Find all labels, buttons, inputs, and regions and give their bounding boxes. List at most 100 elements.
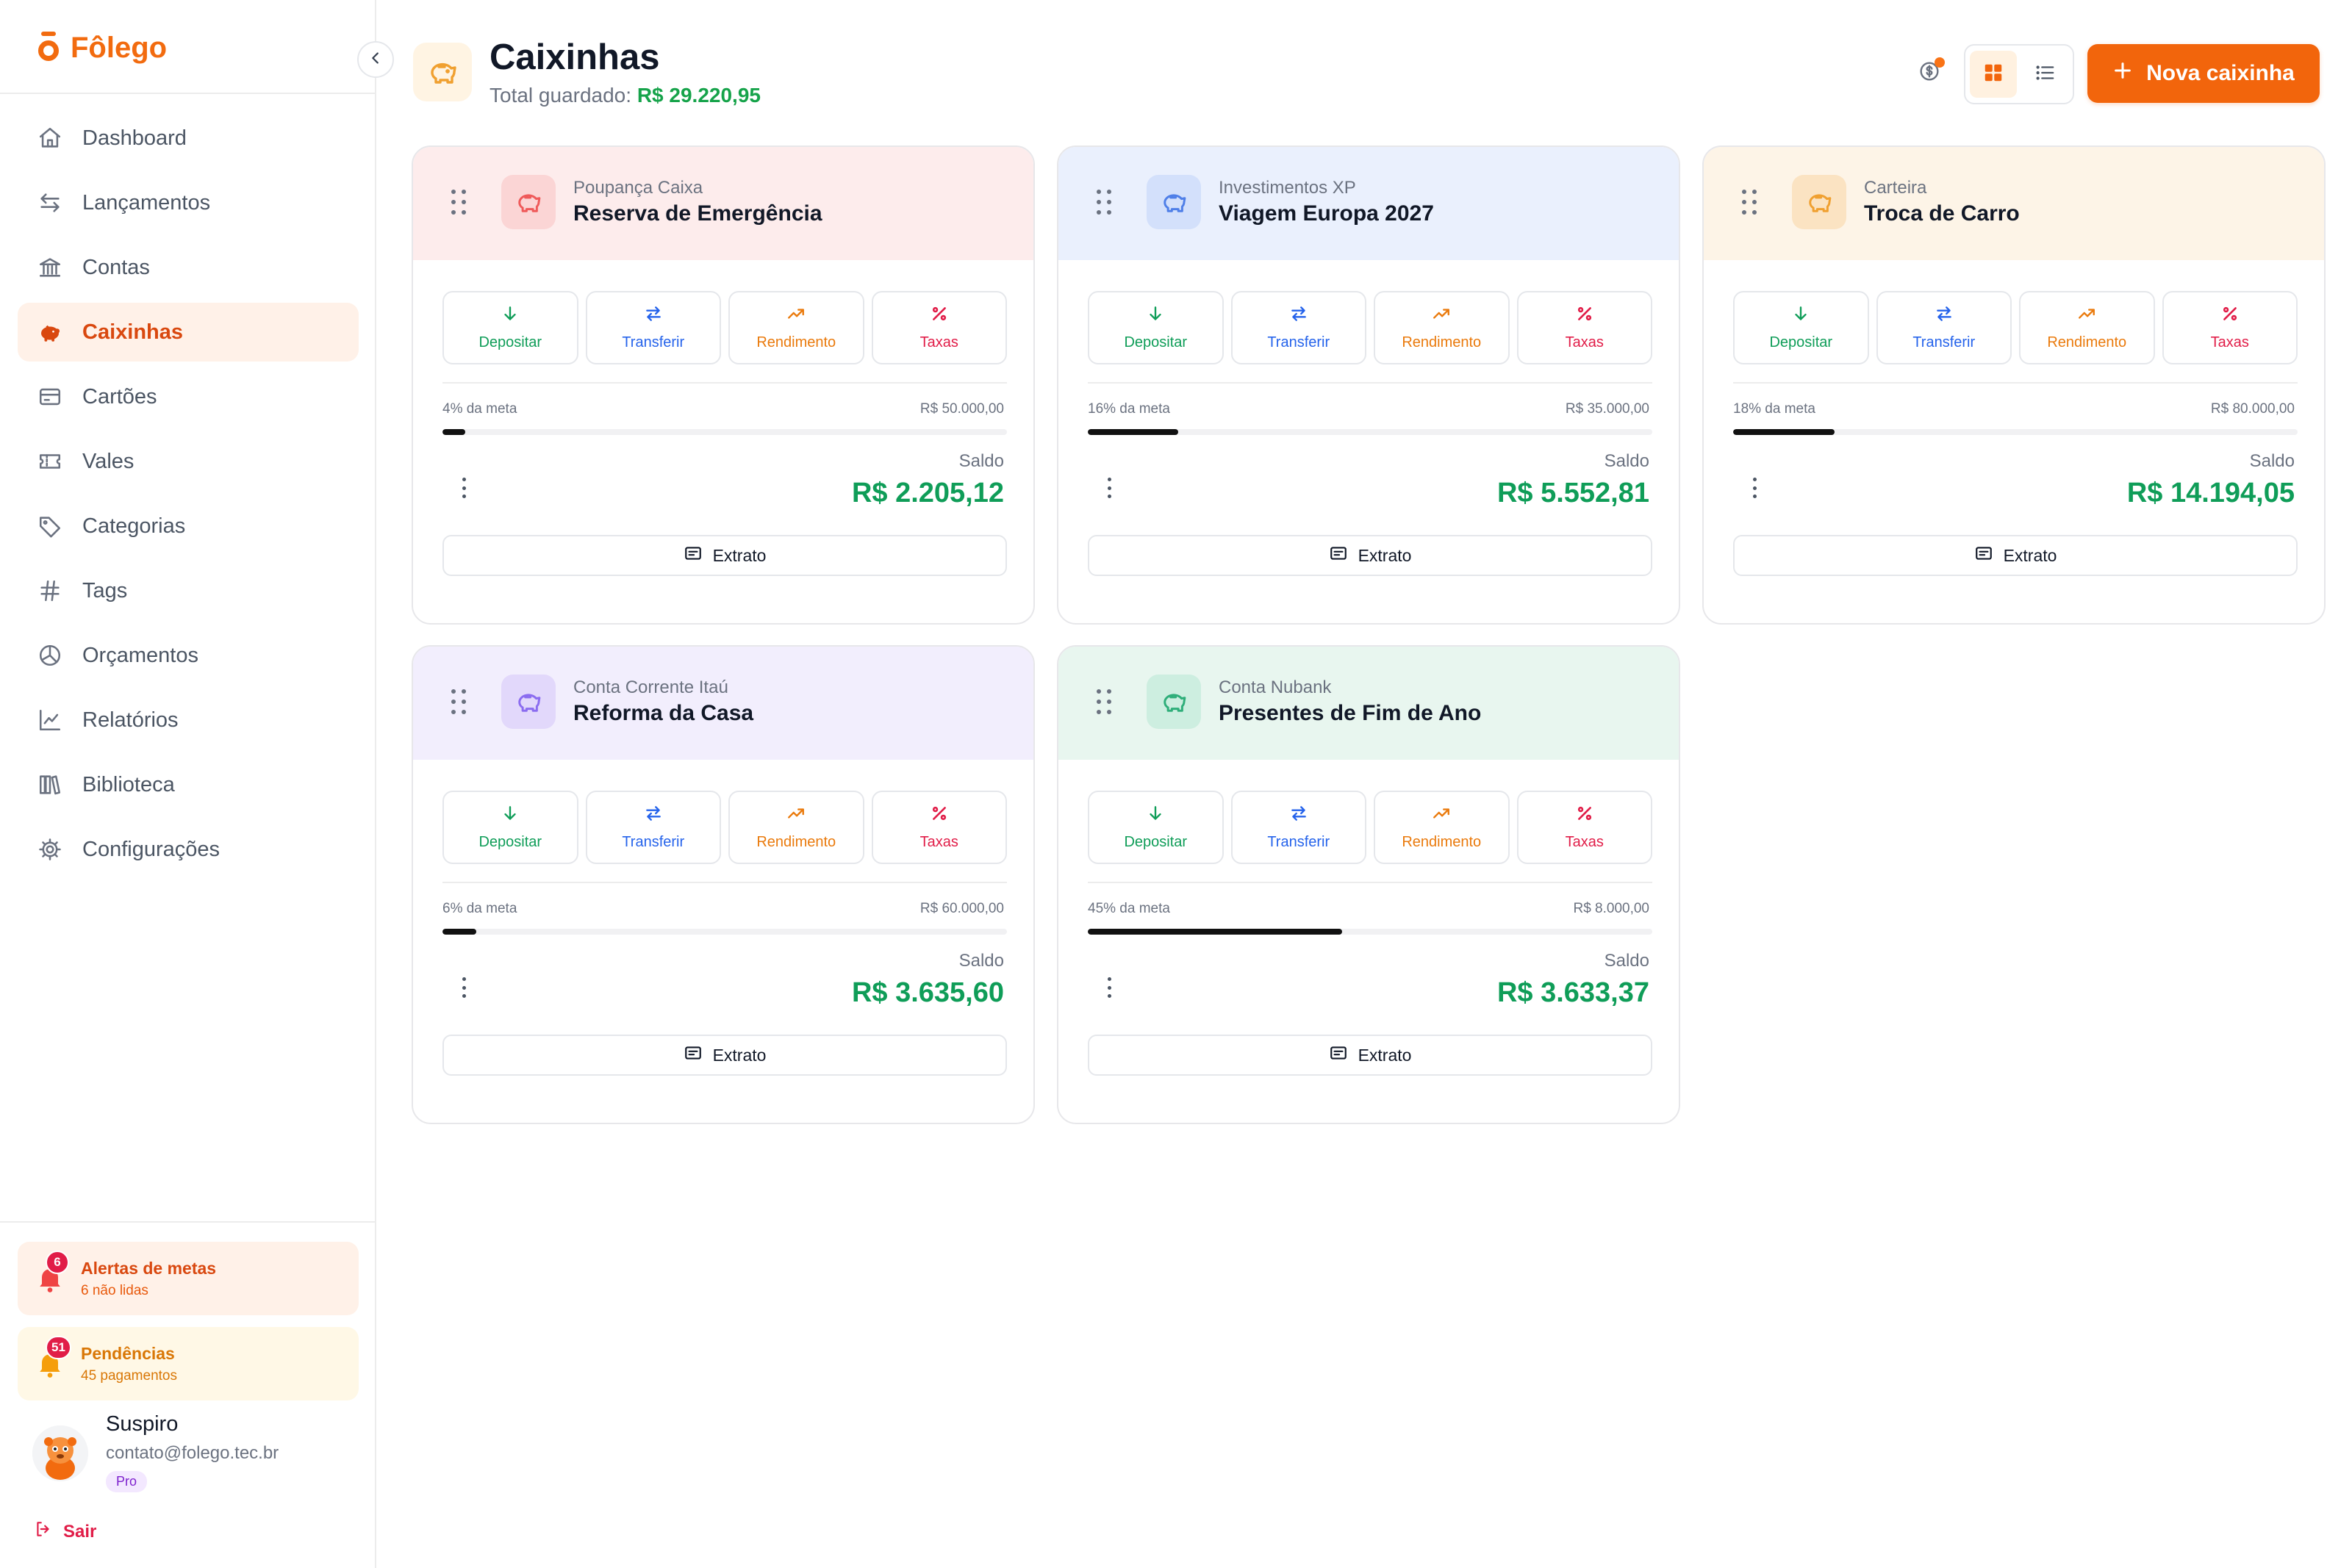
drag-handle-icon[interactable] — [1097, 190, 1113, 216]
hidden-values-toggle[interactable] — [1915, 57, 1945, 87]
logout-button[interactable]: Sair — [34, 1520, 96, 1544]
alert-count-badge: 6 — [46, 1251, 69, 1274]
fees-button[interactable]: Taxas — [2162, 291, 2298, 364]
deposit-button[interactable]: Depositar — [442, 291, 578, 364]
sidebar-item-cartoes[interactable]: Cartões — [18, 367, 359, 426]
sidebar-item-relatorios[interactable]: Relatórios — [18, 691, 359, 749]
yield-button[interactable]: Rendimento — [728, 791, 864, 864]
statement-button[interactable]: Extrato — [442, 1035, 1007, 1076]
sidebar-item-caixinhas[interactable]: Caixinhas — [18, 303, 359, 362]
sidebar: Fôlego Dashboard Lançamentos Contas Caix… — [0, 0, 376, 1568]
receipt-icon — [684, 544, 703, 567]
list-icon — [2034, 62, 2056, 87]
statement-button[interactable]: Extrato — [1088, 535, 1652, 576]
piggy-bank-icon — [1147, 175, 1201, 229]
piggy-bank-icon — [37, 319, 63, 345]
fees-button[interactable]: Taxas — [1516, 291, 1652, 364]
balance-label: Saldo — [1604, 451, 1649, 471]
sidebar-item-label: Tags — [82, 578, 128, 603]
more-options-icon[interactable] — [1104, 473, 1114, 503]
deposit-label: Depositar — [478, 834, 542, 850]
sidebar-item-orcamentos[interactable]: Orçamentos — [18, 626, 359, 685]
arrows-left-right-icon — [37, 190, 63, 216]
fees-button[interactable]: Taxas — [1516, 791, 1652, 864]
hash-icon — [37, 578, 63, 604]
yield-button[interactable]: Rendimento — [1374, 291, 1510, 364]
goal-progress-fill — [1088, 429, 1178, 435]
sidebar-item-label: Vales — [82, 449, 135, 473]
sidebar-item-categorias[interactable]: Categorias — [18, 497, 359, 555]
transfer-button[interactable]: Transferir — [1230, 791, 1366, 864]
balance-label: Saldo — [1604, 951, 1649, 971]
goal-target: R$ 50.000,00 — [919, 401, 1004, 417]
fees-label: Taxas — [919, 334, 958, 350]
more-options-icon[interactable] — [1104, 973, 1114, 1002]
yield-label: Rendimento — [1402, 334, 1482, 350]
goal-percentage: 16% da meta — [1088, 401, 1170, 417]
drag-handle-icon[interactable] — [451, 689, 467, 716]
deposit-button[interactable]: Depositar — [1733, 291, 1869, 364]
deposit-button[interactable]: Depositar — [1088, 291, 1224, 364]
yield-button[interactable]: Rendimento — [728, 291, 864, 364]
library-icon — [37, 772, 63, 798]
card-header: Conta Nubank Presentes de Fim de Ano — [1058, 647, 1679, 760]
bell-icon: 51 — [34, 1336, 71, 1380]
user-profile[interactable]: Suspiro contato@folego.tec.br Pro — [32, 1412, 356, 1508]
card-header: Investimentos XP Viagem Europa 2027 — [1058, 147, 1679, 260]
sidebar-item-label: Lançamentos — [82, 190, 211, 215]
pending-payments-card[interactable]: 51 Pendências 45 pagamentos — [18, 1327, 359, 1400]
savings-box-name: Reforma da Casa — [573, 701, 754, 725]
goal-percentage: 4% da meta — [442, 401, 517, 417]
balance-label: Saldo — [2249, 451, 2295, 471]
statement-label: Extrato — [712, 1045, 767, 1065]
drag-handle-icon[interactable] — [451, 190, 467, 216]
account-name: Conta Corrente Itaú — [573, 677, 728, 697]
sidebar-item-dashboard[interactable]: Dashboard — [18, 109, 359, 168]
deposit-button[interactable]: Depositar — [1088, 791, 1224, 864]
goal-percentage: 18% da meta — [1733, 401, 1815, 417]
yield-button[interactable]: Rendimento — [2019, 291, 2155, 364]
goal-alerts-card[interactable]: 6 Alertas de metas 6 não lidas — [18, 1242, 359, 1315]
sidebar-item-lancamentos[interactable]: Lançamentos — [18, 173, 359, 232]
statement-button[interactable]: Extrato — [442, 535, 1007, 576]
yield-button[interactable]: Rendimento — [1374, 791, 1510, 864]
percent-icon — [930, 804, 949, 827]
transfer-button[interactable]: Transferir — [585, 791, 721, 864]
more-options-icon[interactable] — [459, 473, 469, 503]
balance-value: R$ 3.633,37 — [1496, 977, 1649, 1008]
new-savings-box-button[interactable]: Nova caixinha — [2087, 44, 2320, 103]
balance-label: Saldo — [958, 451, 1004, 471]
more-options-icon[interactable] — [459, 973, 469, 1002]
drag-handle-icon[interactable] — [1742, 190, 1758, 216]
sidebar-item-contas[interactable]: Contas — [18, 238, 359, 297]
grid-view-button[interactable] — [1970, 51, 2017, 98]
fees-button[interactable]: Taxas — [871, 291, 1007, 364]
sidebar-item-vales[interactable]: Vales — [18, 432, 359, 491]
deposit-button[interactable]: Depositar — [442, 791, 578, 864]
deposit-label: Depositar — [1769, 334, 1833, 350]
percent-icon — [1575, 304, 1594, 327]
sidebar-item-label: Contas — [82, 255, 150, 279]
goal-percentage: 45% da meta — [1088, 901, 1170, 916]
piggy-bank-icon — [1147, 675, 1201, 729]
more-options-icon[interactable] — [1749, 473, 1760, 503]
account-name: Carteira — [1864, 178, 1927, 198]
drag-handle-icon[interactable] — [1097, 689, 1113, 716]
collapse-sidebar-button[interactable] — [357, 41, 394, 78]
transfer-button[interactable]: Transferir — [1876, 291, 2012, 364]
list-view-button[interactable] — [2021, 51, 2068, 98]
card-header: Conta Corrente Itaú Reforma da Casa — [413, 647, 1033, 760]
sidebar-item-configuracoes[interactable]: Configurações — [18, 820, 359, 879]
receipt-icon — [1329, 544, 1348, 567]
goal-percentage: 6% da meta — [442, 901, 517, 916]
app-logo[interactable]: Fôlego — [38, 29, 167, 66]
statement-button[interactable]: Extrato — [1733, 535, 2298, 576]
transfer-button[interactable]: Transferir — [1230, 291, 1366, 364]
app-name: Fôlego — [71, 31, 168, 64]
transfer-icon — [1935, 304, 1954, 327]
sidebar-item-tags[interactable]: Tags — [18, 561, 359, 620]
sidebar-item-biblioteca[interactable]: Biblioteca — [18, 755, 359, 814]
fees-button[interactable]: Taxas — [871, 791, 1007, 864]
transfer-button[interactable]: Transferir — [585, 291, 721, 364]
statement-button[interactable]: Extrato — [1088, 1035, 1652, 1076]
